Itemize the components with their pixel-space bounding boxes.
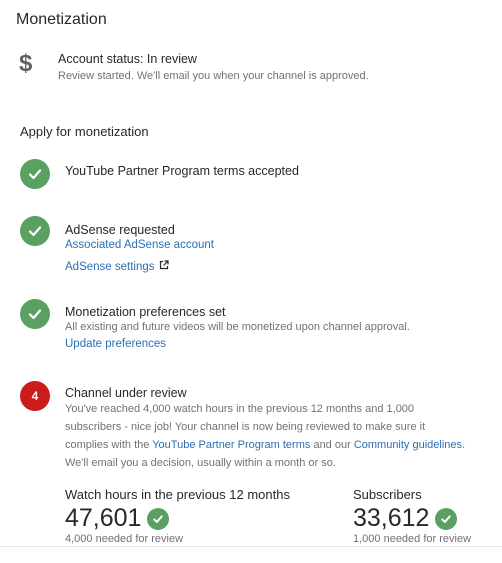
step-4-title: Channel under review bbox=[65, 386, 187, 400]
watch-hours-row: 47,601 bbox=[65, 504, 170, 533]
subscribers-value: 33,612 bbox=[353, 504, 430, 532]
subscribers-note: 1,000 needed for review bbox=[353, 533, 472, 545]
account-status: Account status: In review bbox=[58, 52, 197, 66]
step-4-desc-line: You've reached 4,000 watch hours in the … bbox=[65, 403, 415, 415]
apply-heading: Apply for monetization bbox=[20, 124, 149, 139]
adsense-settings-link-wrap[interactable]: AdSense settings bbox=[65, 257, 169, 275]
step-4-desc-line: complies with the YouTube Partner Progra… bbox=[65, 436, 495, 454]
step-3-description: All existing and future videos will be m… bbox=[65, 321, 410, 333]
watch-hours-value: 47,601 bbox=[65, 504, 142, 532]
page-title: Monetization bbox=[16, 11, 107, 28]
check-icon bbox=[435, 507, 458, 530]
subscribers-row: 33,612 bbox=[353, 504, 458, 533]
step-4-description: You've reached 4,000 watch hours in the … bbox=[65, 400, 495, 472]
step-4-desc-line: subscribers - nice job! Your channel is … bbox=[65, 421, 426, 433]
associated-adsense-account-link[interactable]: Associated AdSense account bbox=[65, 239, 214, 251]
step-2-title: AdSense requested bbox=[65, 223, 175, 237]
dollar-icon: $ bbox=[19, 50, 33, 77]
step-3-title: Monetization preferences set bbox=[65, 305, 226, 319]
step-number-badge: 4 bbox=[20, 381, 50, 411]
desc-text: complies with the bbox=[65, 439, 153, 451]
watch-hours-label: Watch hours in the previous 12 months bbox=[65, 487, 290, 502]
check-icon bbox=[20, 216, 50, 246]
step-1-title: YouTube Partner Program terms accepted bbox=[65, 164, 299, 178]
divider bbox=[0, 546, 502, 547]
check-icon bbox=[20, 299, 50, 329]
check-icon bbox=[147, 507, 170, 530]
step-4-desc-line: We'll email you a decision, usually with… bbox=[65, 457, 336, 469]
desc-text: and our bbox=[310, 439, 354, 451]
external-link-icon bbox=[159, 257, 169, 275]
community-guidelines-link[interactable]: Community guidelines bbox=[354, 439, 462, 451]
adsense-settings-link[interactable]: AdSense settings bbox=[65, 261, 155, 273]
check-icon bbox=[20, 159, 50, 189]
account-status-description: Review started. We'll email you when you… bbox=[58, 70, 369, 82]
watch-hours-note: 4,000 needed for review bbox=[65, 533, 184, 545]
desc-text: . bbox=[462, 439, 466, 451]
subscribers-label: Subscribers bbox=[353, 487, 422, 502]
youtube-partner-program-terms-link[interactable]: YouTube Partner Program terms bbox=[152, 439, 310, 451]
update-preferences-link[interactable]: Update preferences bbox=[65, 338, 166, 350]
